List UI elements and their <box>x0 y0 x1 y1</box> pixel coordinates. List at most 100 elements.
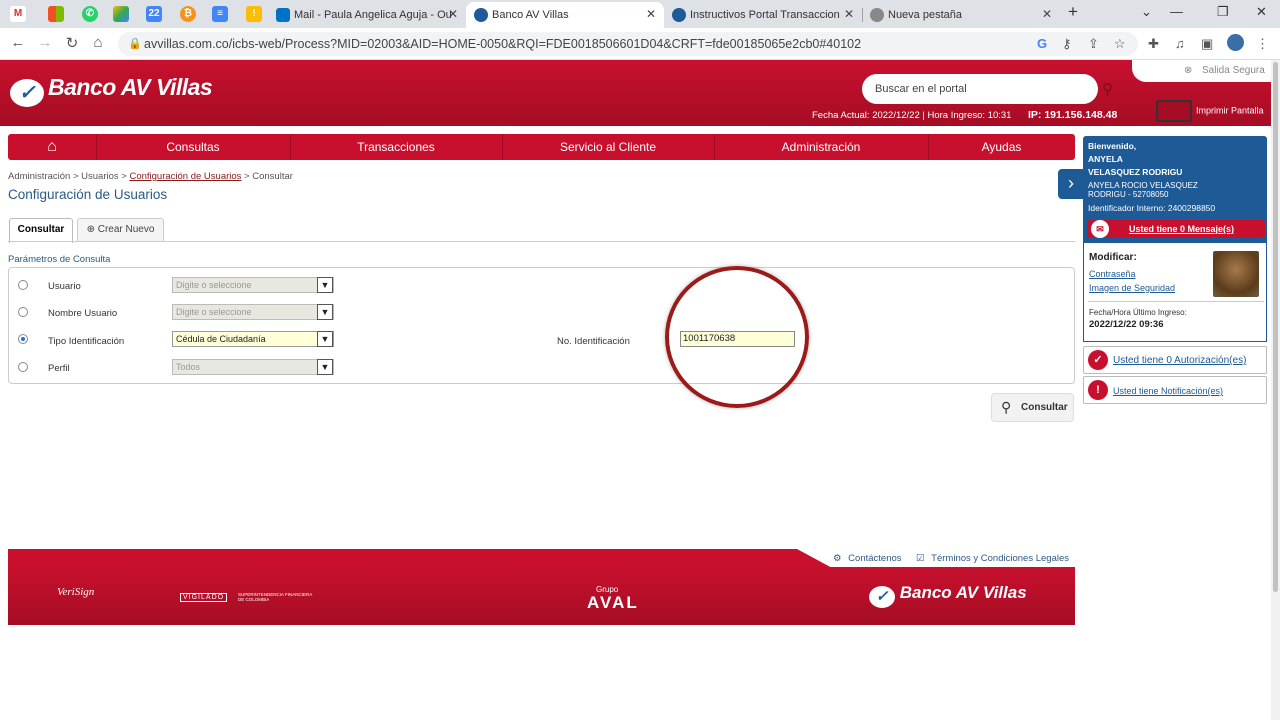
modificar-label: Modificar: <box>1089 252 1137 263</box>
search-input[interactable]: Buscar en el portal <box>862 74 1098 104</box>
imprimir-pantalla-link[interactable]: Imprimir Pantalla <box>1156 100 1264 122</box>
restore-icon[interactable]: ❐ <box>1217 4 1229 20</box>
key-icon[interactable]: ⚷ <box>1062 36 1072 52</box>
whatsapp-icon[interactable]: ✆ <box>82 6 98 22</box>
tipo-identificacion-select[interactable]: Cédula de Ciudadanía ▼ <box>172 331 334 347</box>
logo-check-icon: ✓ <box>10 79 44 107</box>
main-nav: ⌂ Consultas Transacciones Servicio al Cl… <box>8 134 1075 160</box>
close-icon[interactable]: ✕ <box>1042 7 1052 21</box>
sidebar-toggle-icon[interactable]: › <box>1058 169 1084 199</box>
gmail-icon[interactable]: M <box>10 6 26 22</box>
outlook-icon <box>276 8 290 22</box>
nav-ayudas[interactable]: Ayudas <box>928 134 1075 160</box>
logo-check-icon: ✓ <box>869 586 895 608</box>
check-circle-icon: ✓ <box>1088 350 1108 370</box>
chrome-icon <box>870 8 884 22</box>
user-fullname-2: RODRIGU - 52708050 <box>1088 190 1169 199</box>
chevron-down-icon[interactable]: ▼ <box>317 277 333 293</box>
new-tab-icon[interactable]: + <box>1068 2 1078 22</box>
usuario-select[interactable]: Digite o seleccione ▼ <box>172 277 334 293</box>
contrasena-link[interactable]: Contraseña <box>1089 269 1136 279</box>
reload-icon[interactable]: ↻ <box>62 34 82 52</box>
address-bar-row: ← → ↻ ⌂ 🔒 avvillas.com.co/icbs-web/Proce… <box>0 28 1280 60</box>
perfil-select[interactable]: Todos ▼ <box>172 359 334 375</box>
autorizaciones-box[interactable]: ✓ Usted tiene 0 Autorización(es) <box>1083 346 1267 374</box>
lock-icon[interactable]: 🔒 <box>128 32 142 56</box>
chevron-down-icon[interactable]: ▼ <box>317 331 333 347</box>
tab-crear-nuevo[interactable]: ⊕ Crear Nuevo <box>77 218 164 242</box>
nav-home[interactable]: ⌂ <box>8 134 96 160</box>
drive-icon[interactable] <box>113 6 129 22</box>
bitcoin-icon[interactable]: ₿ <box>180 6 196 22</box>
back-icon[interactable]: ← <box>8 34 28 51</box>
google-icon[interactable]: G <box>1037 36 1047 51</box>
panel-divider <box>1088 301 1264 302</box>
calendar-icon[interactable]: 22 <box>146 6 162 22</box>
fecha-actual: Fecha Actual: 2022/12/22 | Hora Ingreso:… <box>812 110 1012 121</box>
close-icon[interactable]: ✕ <box>448 7 458 21</box>
media-icon[interactable]: ♫ <box>1175 36 1185 51</box>
bookmark-star-icon[interactable]: ☆ <box>1114 36 1126 52</box>
docs-icon[interactable]: ≡ <box>212 6 228 22</box>
footer-bank-logo: ✓ Banco AV Villas <box>869 583 1027 608</box>
nav-transacciones[interactable]: Transacciones <box>290 134 502 160</box>
nav-consultas[interactable]: Consultas <box>96 134 290 160</box>
tab-banco[interactable]: Banco AV Villas ✕ <box>466 2 664 28</box>
keep-icon[interactable]: ! <box>246 6 262 22</box>
tab-nueva[interactable]: Nueva pestaña ✕ <box>862 2 1060 28</box>
url-input[interactable]: 🔒 avvillas.com.co/icbs-web/Process?MID=0… <box>118 32 1138 56</box>
breadcrumb: Administración > Usuarios > Configuració… <box>8 171 293 182</box>
aval-logo: AVAL <box>587 593 639 612</box>
home-icon[interactable]: ⌂ <box>88 34 108 51</box>
chevron-down-icon[interactable]: ▼ <box>317 359 333 375</box>
tab-search-icon[interactable]: ⌄ <box>1141 4 1152 20</box>
microsoft-icon[interactable] <box>48 6 64 22</box>
notificaciones-box[interactable]: ! Usted tiene Notificación(es) <box>1083 376 1267 404</box>
breadcrumb-configuracion[interactable]: Configuración de Usuarios <box>129 171 241 182</box>
close-icon[interactable]: ✕ <box>646 7 656 21</box>
radio-perfil[interactable] <box>18 362 28 372</box>
close-window-icon[interactable]: ✕ <box>1256 4 1267 20</box>
printer-icon <box>1156 100 1192 122</box>
bienvenido-text: Bienvenido, <box>1088 141 1137 151</box>
scrollbar-thumb[interactable] <box>1273 62 1278 592</box>
tab-instructivos[interactable]: Instructivos Portal Transaccional ✕ <box>664 2 862 28</box>
identificador-interno: Identificador Interno: 2400298850 <box>1088 203 1216 213</box>
terminos-link[interactable]: ☑ Términos y Condiciones Legales <box>916 553 1069 564</box>
page-title: Configuración de Usuarios <box>8 187 168 202</box>
security-image <box>1213 251 1259 297</box>
profile-avatar[interactable] <box>1227 34 1244 51</box>
forward-icon[interactable]: → <box>35 34 55 51</box>
menu-icon[interactable]: ⋮ <box>1256 36 1269 52</box>
alert-icon: ! <box>1088 380 1108 400</box>
tab-mail[interactable]: Mail - Paula Angelica Aguja - Ou ✕ <box>268 2 466 28</box>
breadcrumb-administracion: Administración <box>8 171 71 182</box>
radio-usuario[interactable] <box>18 280 28 290</box>
bank-logo[interactable]: ✓ Banco AV Villas <box>10 74 213 107</box>
breadcrumb-usuarios: Usuarios <box>81 171 119 182</box>
sidepanel-icon[interactable]: ▣ <box>1201 36 1213 52</box>
fecha-ultimo-value: 2022/12/22 09:36 <box>1089 319 1164 330</box>
share-icon[interactable]: ⇪ <box>1088 36 1099 52</box>
usuario-label: Usuario <box>48 281 81 292</box>
chevron-down-icon[interactable]: ▼ <box>317 304 333 320</box>
mensajes-link[interactable]: ✉ Usted tiene 0 Mensaje(s) <box>1087 220 1265 238</box>
extensions-icon[interactable]: ✚ <box>1148 36 1159 52</box>
vigilado-logo: VIGILADO <box>180 593 228 602</box>
gear-icon: ⚙ <box>833 553 842 564</box>
tab-consultar[interactable]: Consultar <box>9 218 73 243</box>
minimize-icon[interactable]: — <box>1170 4 1183 19</box>
consultar-button[interactable]: ⚲ Consultar <box>991 393 1074 422</box>
imagen-seguridad-link[interactable]: Imagen de Seguridad <box>1089 283 1175 293</box>
nav-administracion[interactable]: Administración <box>714 134 928 160</box>
breadcrumb-consultar: Consultar <box>252 171 293 182</box>
salida-segura-link[interactable]: ⊗ Salida Segura <box>1132 60 1274 82</box>
radio-nombre-usuario[interactable] <box>18 307 28 317</box>
contactenos-link[interactable]: ⚙ Contáctenos <box>833 553 902 564</box>
superfinanciera-logo: SUPERINTENDENCIA FINANCIERA DE COLOMBIA <box>238 592 313 602</box>
nav-servicio-cliente[interactable]: Servicio al Cliente <box>502 134 714 160</box>
search-icon[interactable]: ⚲ <box>1102 80 1113 98</box>
radio-tipo-identificacion[interactable] <box>18 334 28 344</box>
close-icon[interactable]: ✕ <box>844 7 854 21</box>
nombre-usuario-select[interactable]: Digite o seleccione ▼ <box>172 304 334 320</box>
